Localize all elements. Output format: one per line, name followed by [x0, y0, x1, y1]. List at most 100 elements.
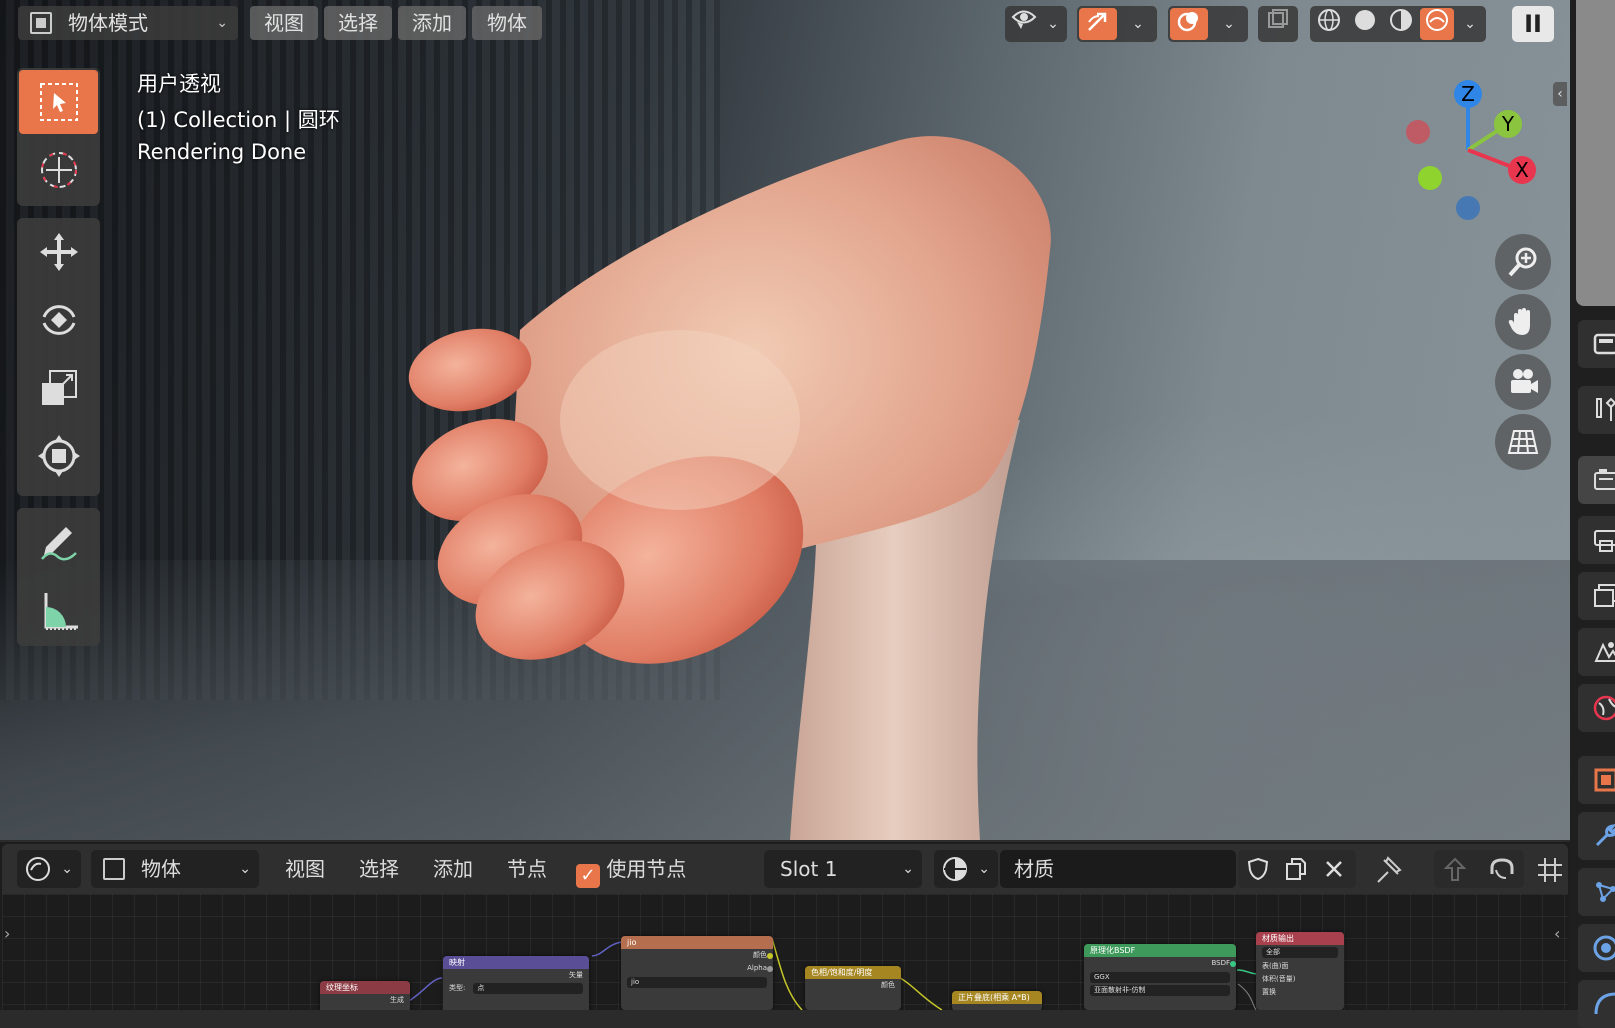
pause-render-button[interactable]: II [1512, 6, 1554, 42]
browse-material-button[interactable]: ⌄ [934, 850, 998, 888]
material-slot-label: Slot 1 [780, 857, 838, 881]
node-output-socket-label: 矢量 [569, 971, 583, 979]
y-axis-label: Y [1501, 112, 1515, 136]
ne-menu-add[interactable]: 添加 [433, 850, 473, 888]
chevron-down-icon: ⌄ [978, 861, 990, 877]
alpha-output-socket[interactable] [767, 966, 773, 972]
pan-button[interactable] [1495, 294, 1551, 350]
fake-user-shield-icon[interactable] [1246, 857, 1270, 881]
tab-constraints[interactable] [1578, 980, 1615, 1028]
scene-icon [1594, 642, 1615, 662]
transform-tool[interactable] [19, 424, 98, 488]
chevron-down-icon[interactable]: ⌄ [1123, 8, 1153, 40]
rotate-tool[interactable] [19, 288, 98, 352]
use-nodes-label: 使用节点 [606, 857, 687, 881]
tab-render-tools[interactable] [1578, 386, 1615, 434]
use-nodes-checkbox[interactable]: ✓ [576, 864, 600, 888]
tab-physics[interactable] [1578, 924, 1615, 972]
snap-grid-icon[interactable] [1536, 856, 1564, 884]
overlay-circles-icon[interactable] [1170, 8, 1208, 40]
eye-icon[interactable] [1007, 8, 1041, 40]
ne-menu-view[interactable]: 视图 [285, 850, 325, 888]
select-box-tool[interactable] [19, 70, 98, 134]
node-principled-bsdf[interactable]: 原理化BSDF BSDF GGX 亚面散射非-仿制 [1084, 944, 1236, 1010]
zoom-button[interactable] [1495, 234, 1551, 290]
tab-view-layer[interactable] [1578, 572, 1615, 620]
object-square-icon [1594, 768, 1615, 792]
shader-type-dropdown[interactable]: 物体 ⌄ [91, 850, 259, 888]
overlay-toggle-group[interactable]: ⌄ [1168, 6, 1248, 42]
xray-icon[interactable] [1261, 8, 1295, 40]
chevron-down-icon[interactable]: ⌄ [1456, 8, 1484, 40]
node-output-socket-label: 颜色 [753, 951, 767, 959]
shading-mode-group[interactable]: ⌄ [1310, 6, 1486, 42]
properties-editor-tabs [1570, 0, 1615, 1028]
tab-particles[interactable] [1578, 868, 1615, 916]
node-material-output[interactable]: 材质输出 全部 表(曲)面 体积(音量) 置换 [1256, 932, 1344, 1010]
snap-magnet-icon[interactable] [1488, 856, 1516, 882]
chevron-down-icon: ⌄ [902, 861, 914, 877]
cursor-tool[interactable] [19, 138, 98, 202]
tab-tool[interactable] [1578, 320, 1615, 368]
rendered-shading-icon[interactable] [1420, 8, 1454, 40]
scale-tool[interactable] [19, 356, 98, 420]
node-hue-saturation[interactable]: 色相/饱和度/明度 颜色 [805, 966, 901, 1010]
color-output-socket[interactable] [767, 953, 773, 959]
subsurface-method-dropdown[interactable]: 亚面散射非-仿制 [1090, 985, 1230, 996]
object-type-icon [103, 858, 125, 880]
chevron-down-icon[interactable]: ⌄ [1041, 8, 1065, 40]
interaction-mode-dropdown[interactable]: 物体模式 ⌄ [18, 6, 238, 40]
node-canvas[interactable]: › ‹ 纹理坐标 生成 映射 矢量 类型: 点 jio 颜色 Alpha jio… [2, 894, 1568, 1010]
node-texture-coordinate[interactable]: 纹理坐标 生成 [320, 981, 410, 1010]
mapping-type-dropdown[interactable]: 点 [473, 983, 583, 994]
gizmo-toggle-group[interactable]: ⌄ [1077, 6, 1157, 42]
gizmo-arrow-icon[interactable] [1079, 8, 1117, 40]
material-preview-icon[interactable] [1384, 8, 1418, 40]
sidebar-expand-arrow[interactable]: ‹ [1553, 82, 1567, 106]
solid-shading-icon[interactable] [1348, 8, 1382, 40]
move-tool[interactable] [19, 220, 98, 284]
ne-menu-node[interactable]: 节点 [507, 850, 547, 888]
camera-view-button[interactable] [1495, 354, 1551, 410]
z-axis-label: Z [1461, 82, 1475, 106]
tab-modifiers[interactable] [1578, 812, 1615, 860]
menu-view[interactable]: 视图 [250, 6, 318, 40]
editor-type-dropdown[interactable]: ⌄ [17, 850, 81, 888]
image-datablock-field[interactable]: jio [627, 977, 767, 988]
go-parent-arrow-icon[interactable] [1442, 856, 1468, 882]
material-slot-dropdown[interactable]: Slot 1 ⌄ [764, 850, 922, 888]
shader-type-label: 物体 [141, 857, 181, 881]
annotate-tool[interactable] [19, 510, 98, 574]
navigation-gizmo[interactable]: Z Y X [1390, 70, 1540, 230]
use-nodes-toggle[interactable]: ✓ 使用节点 [576, 850, 686, 888]
distribution-dropdown[interactable]: GGX [1090, 972, 1230, 983]
chevron-down-icon[interactable]: ⌄ [1214, 8, 1244, 40]
select-box-icon [39, 83, 78, 121]
3d-viewport[interactable]: 物体模式 ⌄ 视图 选择 添加 物体 ⌄ ⌄ ⌄ ⌄ II 用户透视 (1) C… [0, 0, 1570, 840]
tab-scene[interactable] [1578, 628, 1615, 676]
menu-select[interactable]: 选择 [324, 6, 392, 40]
xray-toggle[interactable] [1258, 6, 1298, 42]
wireframe-shading-icon[interactable] [1312, 8, 1346, 40]
shader-node-editor: ⌄ 物体 ⌄ 视图 选择 添加 节点 ✓ 使用节点 Slot 1 ⌄ ⌄ 材质 [0, 842, 1570, 1010]
duplicate-material-icon[interactable] [1284, 857, 1308, 881]
visibility-group[interactable]: ⌄ [1005, 6, 1067, 42]
toolbar-select-group [17, 68, 100, 206]
unlink-material-icon[interactable] [1322, 857, 1346, 881]
node-mix-multiply[interactable]: 正片叠底(相乘 A*B) [952, 991, 1042, 1010]
tab-output[interactable] [1578, 516, 1615, 564]
ortho-toggle-button[interactable] [1495, 414, 1551, 470]
material-name-field[interactable]: 材质 [1000, 850, 1236, 888]
node-mapping[interactable]: 映射 矢量 类型: 点 [443, 956, 589, 1010]
ne-menu-select[interactable]: 选择 [359, 850, 399, 888]
menu-add[interactable]: 添加 [398, 6, 466, 40]
tab-world[interactable] [1578, 684, 1615, 732]
pin-icon[interactable] [1374, 856, 1402, 884]
tab-render[interactable] [1578, 456, 1615, 504]
output-target-dropdown[interactable]: 全部 [1262, 947, 1338, 958]
measure-tool[interactable] [19, 578, 98, 642]
tab-object[interactable] [1578, 756, 1615, 804]
node-image-texture[interactable]: jio 颜色 Alpha jio [621, 936, 773, 1010]
menu-object[interactable]: 物体 [472, 6, 542, 40]
bsdf-output-socket[interactable] [1230, 961, 1236, 967]
